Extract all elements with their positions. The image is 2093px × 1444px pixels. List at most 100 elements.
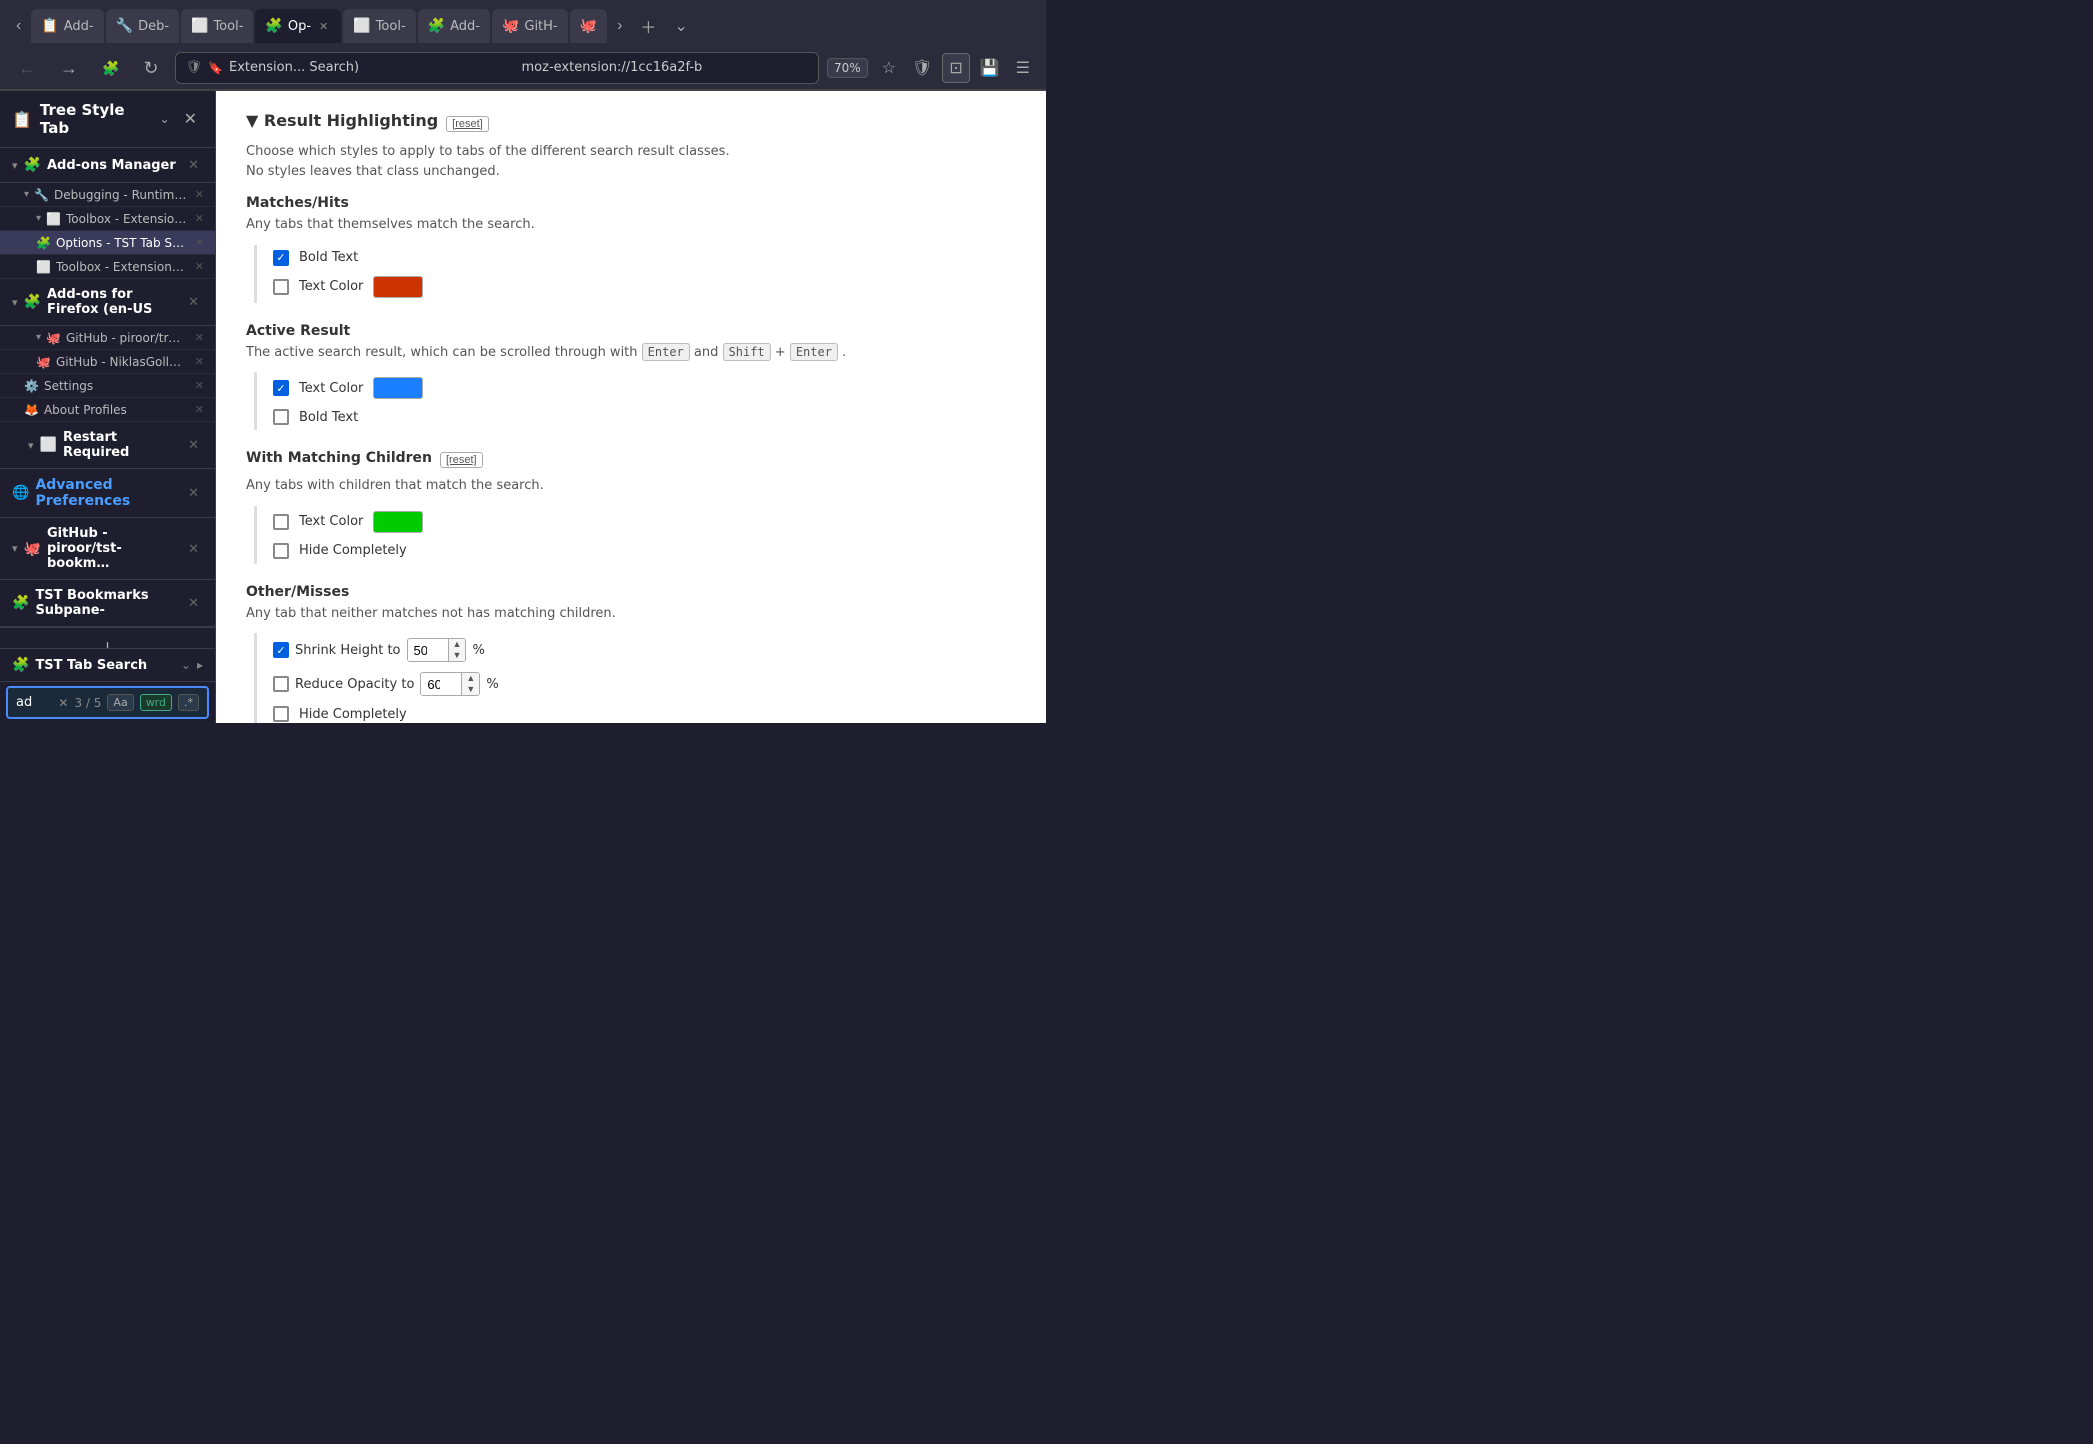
sidebar-close-button[interactable]: ✕ bbox=[178, 107, 203, 131]
opacity-checkbox[interactable] bbox=[273, 676, 289, 692]
save-to-pocket-button[interactable]: 💾 bbox=[974, 54, 1006, 82]
tab-label-5: Tool- bbox=[376, 19, 406, 34]
text-color-checkbox-active[interactable] bbox=[273, 380, 289, 396]
text-color-checkbox-children[interactable] bbox=[273, 514, 289, 530]
search-input[interactable]: ad bbox=[16, 695, 52, 710]
address-bar[interactable]: 🛡 🔖 Extension... Search) moz-extension:/… bbox=[175, 52, 819, 84]
tab-item-2[interactable]: 🔧 Deb- bbox=[106, 9, 179, 43]
options-close[interactable]: ✕ bbox=[192, 235, 207, 250]
tree-item-github1[interactable]: ▾ 🐙 GitHub - piroor/treestyle-… ✕ bbox=[0, 326, 215, 350]
more-tabs-btn[interactable]: › bbox=[609, 13, 630, 39]
toolbox2-close[interactable]: ✕ bbox=[192, 259, 207, 274]
nav-back-btn[interactable]: ‹ bbox=[8, 13, 29, 39]
debugging-icon: 🔧 bbox=[34, 188, 49, 202]
bold-text-label-matches: Bold Text bbox=[299, 250, 358, 265]
shrink-down-btn[interactable]: ▼ bbox=[449, 650, 466, 661]
sidebar-footer: 🧩 TST Tab Search ⌄ ▸ ad ✕ 3 / 5 Aa wrd .… bbox=[0, 648, 215, 723]
text-color-swatch-active[interactable] bbox=[373, 377, 423, 399]
search-bar[interactable]: ad ✕ 3 / 5 Aa wrd .* bbox=[6, 686, 209, 719]
tree-item-settings[interactable]: ⚙️ Settings ✕ bbox=[0, 374, 215, 398]
restart-close[interactable]: ✕ bbox=[184, 436, 203, 454]
new-tab-btn[interactable]: ＋ bbox=[632, 10, 664, 42]
forward-button[interactable]: → bbox=[52, 55, 86, 81]
section-addons-firefox[interactable]: ▾ 🧩 Add-ons for Firefox (en-US ✕ bbox=[0, 279, 215, 326]
tree-item-debugging[interactable]: ▾ 🔧 Debugging - Runtime / thi… ✕ bbox=[0, 183, 215, 207]
opacity-value[interactable] bbox=[421, 674, 461, 695]
shield-button[interactable]: 🛡 bbox=[906, 54, 938, 82]
reload-button[interactable]: ↻ bbox=[135, 55, 166, 81]
text-color-checkbox-matches[interactable] bbox=[273, 279, 289, 295]
search-case-badge[interactable]: Aa bbox=[107, 694, 133, 711]
hide-checkbox-children[interactable] bbox=[273, 543, 289, 559]
tab-label-6: Add- bbox=[450, 19, 480, 34]
address-short: Extension... Search) bbox=[229, 60, 516, 75]
sidebar-scroll[interactable]: ▾ 🧩 Add-ons Manager ✕ ▾ 🔧 Debugging - Ru… bbox=[0, 148, 215, 648]
tab-item-6[interactable]: 🧩 Add- bbox=[418, 9, 490, 43]
text-color-swatch-children[interactable] bbox=[373, 511, 423, 533]
section-tst-bookmarks[interactable]: 🧩 TST Bookmarks Subpane- ✕ bbox=[0, 580, 215, 627]
tab-item-8[interactable]: 🐙 bbox=[570, 9, 607, 43]
section-addons-manager[interactable]: ▾ 🧩 Add-ons Manager ✕ bbox=[0, 148, 215, 183]
addons-firefox-close[interactable]: ✕ bbox=[184, 293, 203, 311]
opacity-up-btn[interactable]: ▲ bbox=[462, 673, 479, 684]
matches-hits-title: Matches/Hits bbox=[246, 195, 1016, 211]
shrink-checkbox[interactable] bbox=[273, 642, 289, 658]
favicon-btn[interactable]: 🧩 bbox=[94, 57, 127, 79]
github1-label: GitHub - piroor/treestyle-… bbox=[66, 331, 187, 345]
section-advanced-prefs[interactable]: 🌐 Advanced Preferences ✕ bbox=[0, 469, 215, 518]
sidebar-dropdown-icon[interactable]: ⌄ bbox=[160, 112, 170, 126]
hide-checkbox-misses[interactable] bbox=[273, 706, 289, 722]
search-clear-icon[interactable]: ✕ bbox=[58, 696, 68, 710]
tree-item-toolbox1[interactable]: ▾ ⬜ Toolbox - Extension / TST ✕ bbox=[0, 207, 215, 231]
github2-close[interactable]: ✕ bbox=[192, 354, 207, 369]
addons-manager-close[interactable]: ✕ bbox=[184, 156, 203, 174]
section-restart[interactable]: ▾ ⬜ Restart Required ✕ bbox=[0, 422, 215, 469]
hamburger-menu[interactable]: ☰ bbox=[1010, 54, 1036, 82]
shrink-number-input[interactable]: ▲ ▼ bbox=[407, 638, 467, 662]
footer-dropdown-icon[interactable]: ⌄ bbox=[181, 658, 191, 672]
tab-item-3[interactable]: ⬜ Tool- bbox=[181, 9, 253, 43]
reader-view-button[interactable]: ⊡ bbox=[942, 53, 969, 83]
text-color-swatch-matches[interactable] bbox=[373, 276, 423, 298]
tab-list-btn[interactable]: ⌄ bbox=[666, 12, 695, 40]
settings-close[interactable]: ✕ bbox=[192, 378, 207, 393]
tab-item-5[interactable]: ⬜ Tool- bbox=[343, 9, 415, 43]
footer-arrow-icon[interactable]: ▸ bbox=[197, 658, 203, 672]
result-highlighting-reset[interactable]: [reset] bbox=[446, 116, 489, 132]
shrink-up-btn[interactable]: ▲ bbox=[449, 639, 466, 650]
tab-close-4[interactable]: ✕ bbox=[316, 19, 331, 34]
section-github-piroor[interactable]: ▾ 🐙 GitHub - piroor/tst-bookm… ✕ bbox=[0, 518, 215, 580]
debugging-close[interactable]: ✕ bbox=[192, 187, 207, 202]
add-panel-button[interactable]: ＋ bbox=[0, 627, 215, 648]
zoom-badge[interactable]: 70% bbox=[827, 58, 868, 78]
opacity-spinners: ▲ ▼ bbox=[461, 673, 479, 695]
opacity-down-btn[interactable]: ▼ bbox=[462, 684, 479, 695]
shrink-value[interactable] bbox=[408, 640, 448, 661]
bold-text-checkbox-matches[interactable] bbox=[273, 250, 289, 266]
tst-bookmarks-close[interactable]: ✕ bbox=[184, 594, 203, 612]
github-piroor-title: GitHub - piroor/tst-bookm… bbox=[47, 526, 178, 571]
active-desc-mid: and bbox=[694, 345, 723, 360]
bold-text-checkbox-active[interactable] bbox=[273, 409, 289, 425]
tree-item-profiles[interactable]: 🦊 About Profiles ✕ bbox=[0, 398, 215, 422]
result-highlighting-desc: Choose which styles to apply to tabs of … bbox=[246, 142, 1016, 181]
bookmark-button[interactable]: ☆ bbox=[876, 54, 902, 82]
matching-children-reset[interactable]: [reset] bbox=[440, 452, 483, 468]
tab-item-7[interactable]: 🐙 GitH- bbox=[492, 9, 568, 43]
opacity-number-input[interactable]: ▲ ▼ bbox=[420, 672, 480, 696]
github-piroor-close[interactable]: ✕ bbox=[184, 540, 203, 558]
tab-item-4[interactable]: 🧩 Op- ✕ bbox=[255, 9, 341, 43]
search-regex-badge[interactable]: .* bbox=[178, 694, 199, 711]
github1-close[interactable]: ✕ bbox=[192, 330, 207, 345]
toolbox1-close[interactable]: ✕ bbox=[192, 211, 207, 226]
tree-item-toolbox2[interactable]: ⬜ Toolbox - Extension / Tre- ✕ bbox=[0, 255, 215, 279]
profiles-close[interactable]: ✕ bbox=[192, 402, 207, 417]
tree-item-options[interactable]: 🧩 Options - TST Tab Searc- ✕ bbox=[0, 231, 215, 255]
matching-children-header: With Matching Children [reset] bbox=[246, 450, 1016, 470]
tab-item-1[interactable]: 📋 Add- bbox=[31, 9, 103, 43]
search-word-badge[interactable]: wrd bbox=[140, 694, 172, 711]
shrink-label: Shrink Height to bbox=[295, 643, 401, 658]
tree-item-github2[interactable]: 🐙 GitHub - NiklasGollenste- ✕ bbox=[0, 350, 215, 374]
back-button[interactable]: ← bbox=[10, 55, 44, 81]
advanced-close[interactable]: ✕ bbox=[184, 484, 203, 502]
